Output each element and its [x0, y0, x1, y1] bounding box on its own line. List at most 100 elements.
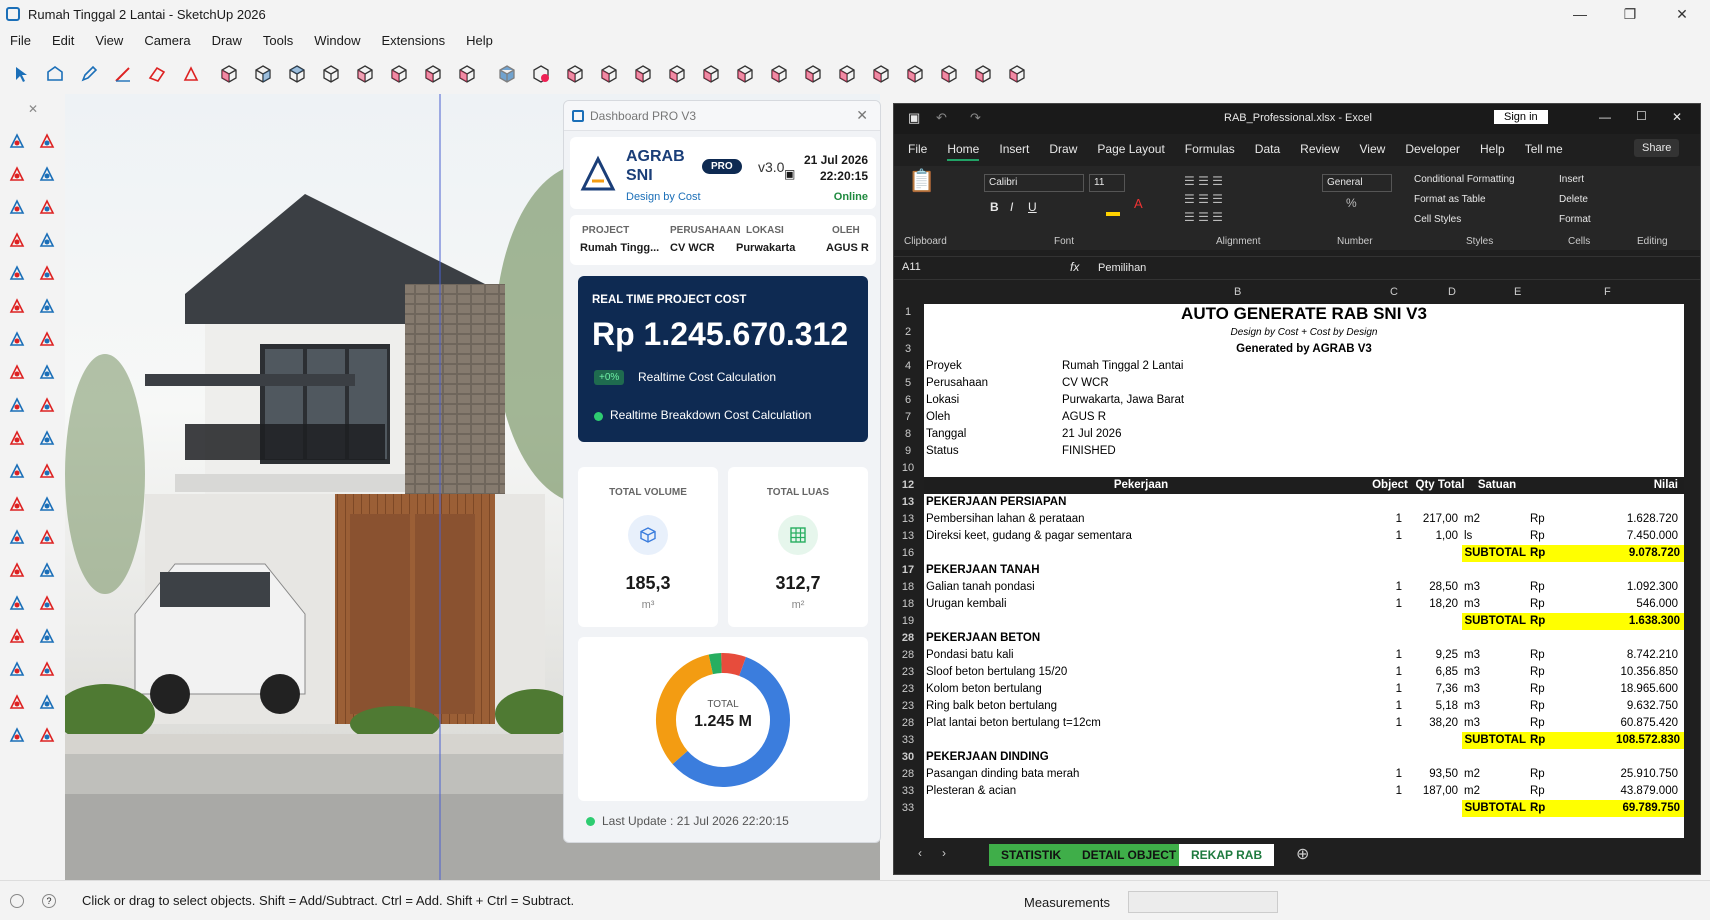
- item-qty[interactable]: 1,00: [1408, 528, 1458, 545]
- tab-view[interactable]: View: [1360, 142, 1386, 161]
- row-number[interactable]: 8: [894, 426, 922, 443]
- item-satuan[interactable]: m3: [1464, 715, 1524, 732]
- tab-page-layout[interactable]: Page Layout: [1097, 142, 1164, 161]
- row-number[interactable]: 6: [894, 392, 922, 409]
- item-satuan[interactable]: m2: [1464, 783, 1524, 800]
- item-value[interactable]: 8.742.210: [1560, 647, 1682, 664]
- item-qty[interactable]: 187,00: [1408, 783, 1458, 800]
- zoom-window-tool-icon[interactable]: [34, 623, 60, 649]
- view-back-icon[interactable]: [382, 58, 416, 90]
- add-sheet-icon[interactable]: ⊕: [1296, 844, 1309, 864]
- view-top-icon[interactable]: [280, 58, 314, 90]
- cell-styles-button[interactable]: Cell Styles: [1414, 214, 1461, 225]
- item-satuan[interactable]: m3: [1464, 681, 1524, 698]
- row-number[interactable]: 18: [894, 596, 922, 613]
- rectangle-tool-icon[interactable]: [4, 260, 30, 286]
- item-object[interactable]: 1: [1364, 579, 1402, 596]
- tab-formulas[interactable]: Formulas: [1185, 142, 1235, 161]
- info-icon[interactable]: [10, 893, 24, 908]
- subtotal-label[interactable]: SUBTOTAL: [1462, 613, 1530, 630]
- sheet-tab-rekap-rab[interactable]: REKAP RAB: [1179, 844, 1275, 866]
- header-object[interactable]: Object: [1362, 477, 1418, 494]
- zoom-extents-tool-icon[interactable]: [4, 656, 30, 682]
- font-select[interactable]: Calibri: [984, 174, 1084, 192]
- style-shaded-icon[interactable]: [558, 58, 592, 90]
- align-icons[interactable]: ☰ ☰ ☰ ☰ ☰ ☰ ☰ ☰ ☰: [1184, 172, 1223, 226]
- item-currency[interactable]: Rp: [1530, 528, 1560, 545]
- meta-key[interactable]: Status: [926, 443, 1056, 460]
- item-qty[interactable]: 38,20: [1408, 715, 1458, 732]
- item-currency[interactable]: Rp: [1530, 715, 1560, 732]
- menu-view[interactable]: View: [95, 33, 123, 48]
- item-name[interactable]: Ring balk beton bertulang: [926, 698, 1356, 715]
- subtract-icon[interactable]: [932, 58, 966, 90]
- excel-maximize-button[interactable]: ☐: [1636, 109, 1647, 123]
- item-object[interactable]: 1: [1364, 528, 1402, 545]
- eraser-icon[interactable]: [140, 58, 174, 90]
- item-satuan[interactable]: ls: [1464, 528, 1524, 545]
- item-value[interactable]: 7.450.000: [1560, 528, 1682, 545]
- prev-sheet-icon[interactable]: ‹: [918, 846, 922, 860]
- polygon-tool-icon[interactable]: [34, 293, 60, 319]
- next-sheet-icon[interactable]: ›: [942, 846, 946, 860]
- excel-close-button[interactable]: ✕: [1672, 110, 1682, 124]
- arc2-tool-icon[interactable]: [34, 326, 60, 352]
- row-number[interactable]: 4: [894, 358, 922, 375]
- group-icon[interactable]: [762, 58, 796, 90]
- menu-window[interactable]: Window: [314, 33, 360, 48]
- view-iso-icon[interactable]: [246, 58, 280, 90]
- redo-icon[interactable]: ↷: [970, 110, 981, 126]
- view-right-icon[interactable]: [348, 58, 382, 90]
- view-left-icon[interactable]: [416, 58, 450, 90]
- subtotal-value[interactable]: 1.638.300: [1560, 613, 1684, 630]
- 3dtext-tool-icon[interactable]: [34, 557, 60, 583]
- item-object[interactable]: 1: [1364, 511, 1402, 528]
- section-fill-icon[interactable]: [694, 58, 728, 90]
- tab-insert[interactable]: Insert: [999, 142, 1029, 161]
- position-camera-tool-icon[interactable]: [4, 689, 30, 715]
- delete-cells-button[interactable]: Delete: [1559, 194, 1588, 205]
- item-currency[interactable]: Rp: [1530, 681, 1560, 698]
- select-tool-icon[interactable]: [4, 128, 30, 154]
- item-name[interactable]: Pembersihan lahan & perataan: [926, 511, 1356, 528]
- component-icon[interactable]: [728, 58, 762, 90]
- dimension-tool-icon[interactable]: [34, 491, 60, 517]
- subtotal-value[interactable]: 9.078.720: [1560, 545, 1684, 562]
- row-number[interactable]: 28: [894, 715, 922, 732]
- help-icon[interactable]: ?: [42, 893, 56, 908]
- row-number[interactable]: 30: [894, 749, 922, 766]
- row-number[interactable]: 10: [894, 460, 922, 477]
- close-button[interactable]: ✕: [1662, 2, 1702, 26]
- item-name[interactable]: Kolom beton bertulang: [926, 681, 1356, 698]
- row-number[interactable]: 2: [894, 324, 922, 341]
- subtotal-value[interactable]: 69.789.750: [1560, 800, 1684, 817]
- tab-draw[interactable]: Draw: [1049, 142, 1077, 161]
- union-icon[interactable]: [898, 58, 932, 90]
- item-value[interactable]: 25.910.750: [1560, 766, 1682, 783]
- sign-in-button[interactable]: Sign in: [1494, 110, 1548, 124]
- sheet-generated[interactable]: Generated by AGRAB V3: [924, 341, 1684, 358]
- italic-button[interactable]: I: [1010, 200, 1013, 214]
- col-f[interactable]: F: [1604, 286, 1611, 298]
- item-value[interactable]: 43.879.000: [1560, 783, 1682, 800]
- line-tool-icon[interactable]: [4, 227, 30, 253]
- axes-tool-icon[interactable]: [4, 557, 30, 583]
- item-object[interactable]: 1: [1364, 664, 1402, 681]
- row-number[interactable]: 28: [894, 647, 922, 664]
- item-satuan[interactable]: m2: [1464, 511, 1524, 528]
- header-qty[interactable]: Qty Total: [1412, 477, 1468, 494]
- zoom-tool-icon[interactable]: [4, 623, 30, 649]
- item-value[interactable]: 18.965.600: [1560, 681, 1682, 698]
- item-object[interactable]: 1: [1364, 647, 1402, 664]
- offset-tool-icon[interactable]: [34, 458, 60, 484]
- followme-tool-icon[interactable]: [34, 425, 60, 451]
- col-b[interactable]: B: [1234, 286, 1241, 298]
- subtotal-value[interactable]: 108.572.830: [1560, 732, 1684, 749]
- item-satuan[interactable]: m3: [1464, 579, 1524, 596]
- row-number[interactable]: 23: [894, 681, 922, 698]
- item-value[interactable]: 1.092.300: [1560, 579, 1682, 596]
- section-title[interactable]: PEKERJAAN TANAH: [926, 562, 1356, 579]
- maximize-button[interactable]: ❐: [1610, 2, 1650, 26]
- intersect-icon[interactable]: [864, 58, 898, 90]
- style-hidden-icon[interactable]: [524, 58, 558, 90]
